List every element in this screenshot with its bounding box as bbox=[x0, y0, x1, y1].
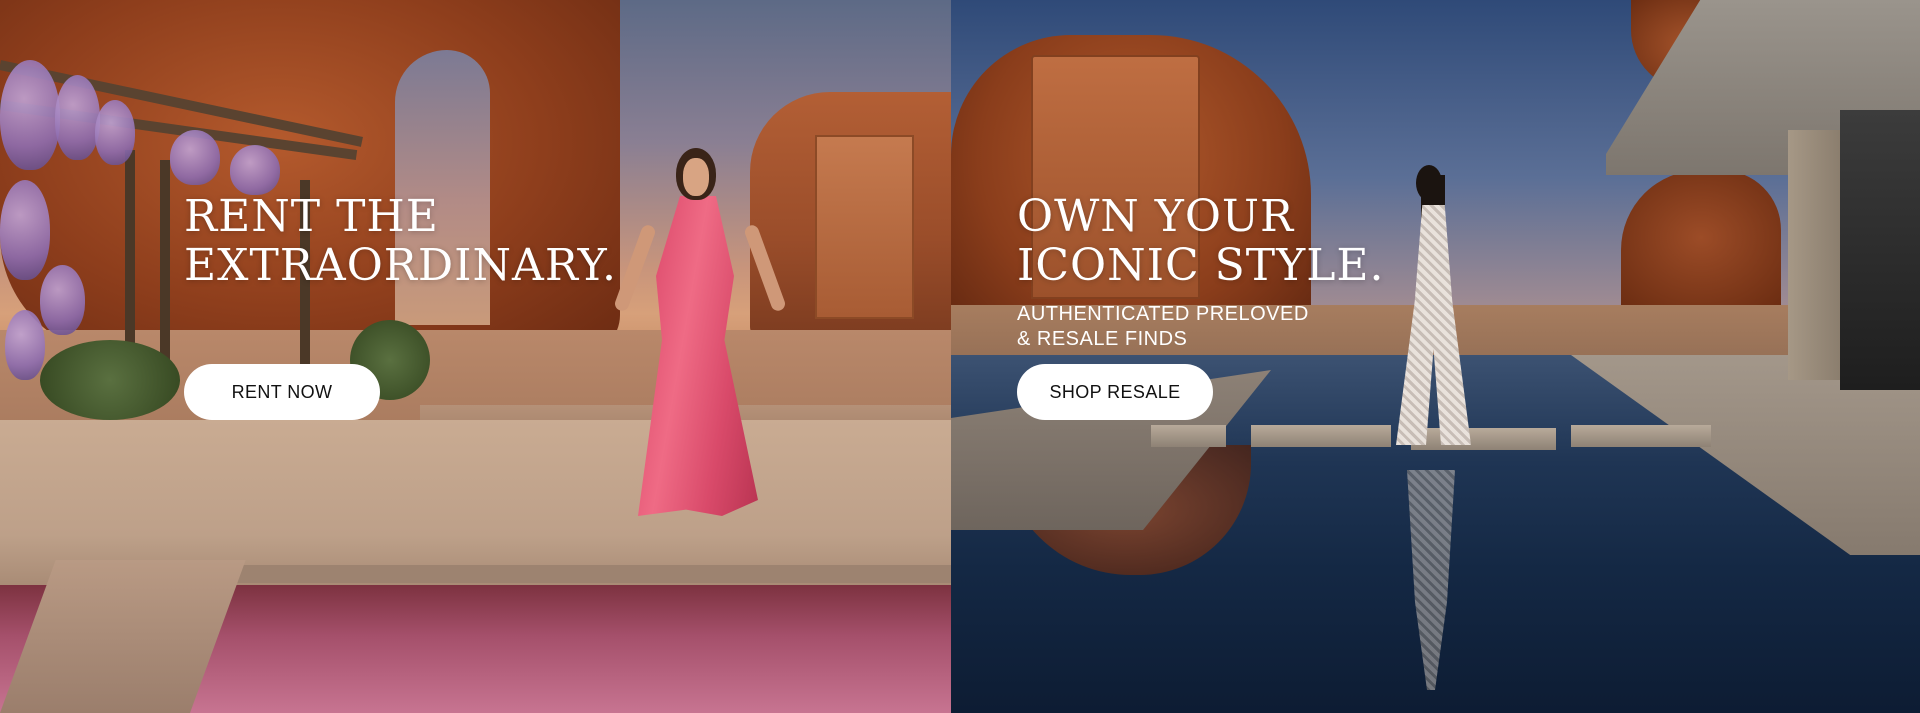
carved-tomb-facade bbox=[815, 135, 914, 319]
rent-headline-line2: EXTRAORDINARY. bbox=[184, 240, 617, 291]
hero-banner: RENT THE EXTRAORDINARY. RENT NOW OWN YOU… bbox=[0, 0, 1920, 713]
resale-headline: OWN YOUR ICONIC STYLE. bbox=[1017, 192, 1385, 290]
model-pink-gown bbox=[613, 148, 787, 528]
resale-subline: AUTHENTICATED PRELOVED & RESALE FINDS bbox=[1017, 302, 1385, 352]
stepping-stone bbox=[1571, 425, 1711, 447]
resale-subline-line1: AUTHENTICATED PRELOVED bbox=[1017, 303, 1309, 325]
rent-copy: RENT THE EXTRAORDINARY. bbox=[184, 192, 617, 290]
rent-headline-line1: RENT THE bbox=[184, 191, 439, 242]
model-lace-gown bbox=[1381, 165, 1481, 445]
resale-headline-line2: ICONIC STYLE. bbox=[1017, 240, 1385, 291]
resale-panel[interactable]: OWN YOUR ICONIC STYLE. AUTHENTICATED PRE… bbox=[951, 0, 1920, 713]
building-glass bbox=[1840, 110, 1920, 390]
stepping-stone bbox=[1251, 425, 1391, 447]
building-stone-wall bbox=[1788, 130, 1840, 380]
resale-copy: OWN YOUR ICONIC STYLE. AUTHENTICATED PRE… bbox=[1017, 192, 1385, 352]
terrace-edge bbox=[190, 565, 951, 583]
resale-subline-line2: & RESALE FINDS bbox=[1017, 328, 1188, 350]
resale-headline-line1: OWN YOUR bbox=[1017, 191, 1295, 242]
shop-resale-button[interactable]: SHOP RESALE bbox=[1017, 364, 1213, 420]
rent-headline: RENT THE EXTRAORDINARY. bbox=[184, 192, 617, 290]
rent-panel[interactable]: RENT THE EXTRAORDINARY. RENT NOW bbox=[0, 0, 951, 713]
stepping-stone bbox=[1151, 425, 1226, 447]
rent-now-button[interactable]: RENT NOW bbox=[184, 364, 380, 420]
